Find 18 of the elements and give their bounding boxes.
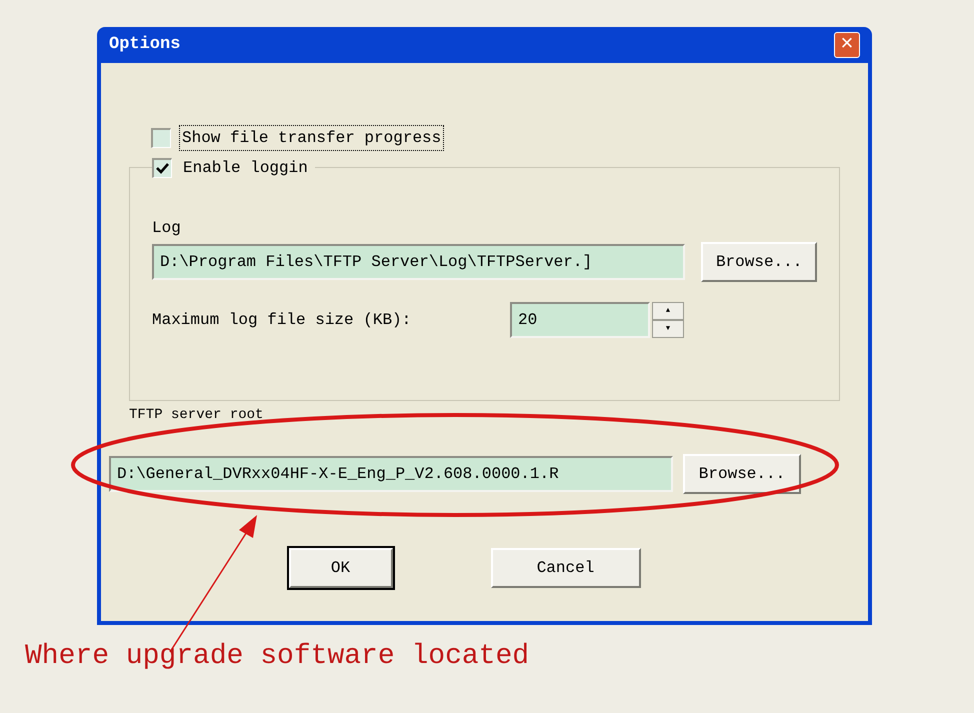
close-button[interactable]: × [834,32,860,58]
checkbox[interactable] [151,128,171,148]
button[interactable]: OK [288,548,392,588]
button[interactable]: Cancel [490,548,640,588]
text-field[interactable]: D:\General_DVRxx04HF-X-E_Eng_P_V2.608.0000.1.R [109,456,673,492]
field-label: Log [152,218,182,239]
text-field[interactable]: 20 [510,302,650,338]
field-label: TFTP server root [129,406,264,425]
checkbox-label: Show file transfer progress [179,125,444,151]
window-title: Options [109,34,180,56]
field-label: Maximum log file size (KB): [152,310,412,331]
checkbox[interactable] [152,158,172,178]
annotation-text: Where upgrade software located [25,640,530,674]
button[interactable]: Browse... [683,454,801,494]
checkbox-label: Enable loggin [182,158,309,179]
checkmark-icon [156,163,169,174]
text-field[interactable]: D:\Program Files\TFTP Server\Log\TFTPServer.] [152,244,686,280]
button[interactable]: Browse... [701,242,817,282]
